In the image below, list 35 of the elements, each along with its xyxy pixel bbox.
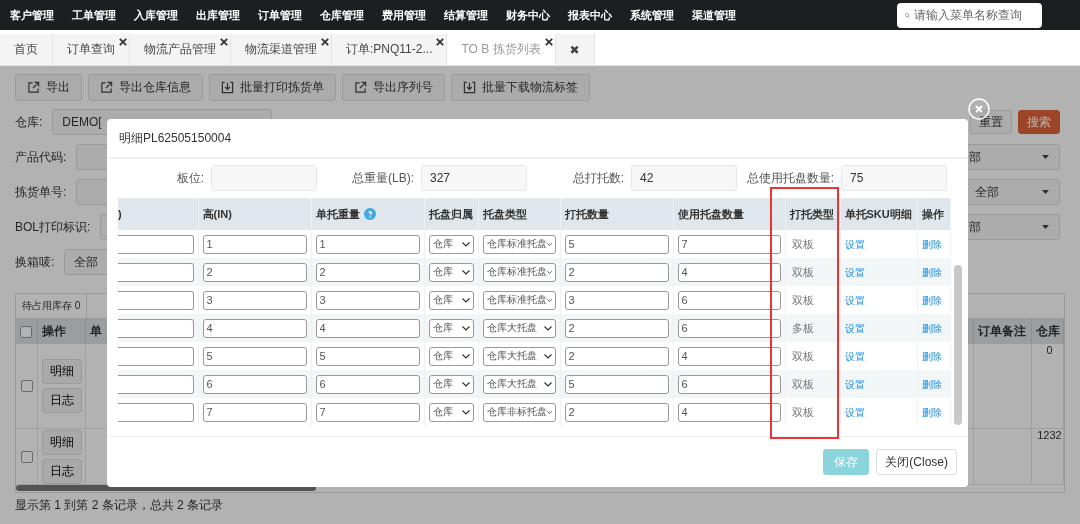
column-header: 托盘类型 [482,207,527,220]
filter-label: 拣货单号: [15,183,67,201]
column-header: 单托SKU明细 [844,207,912,220]
column-header: 订单备注 [974,319,1032,344]
column-header: 操作 [921,207,944,220]
table-cell-text: 双板 [790,349,814,362]
column-header: 打托数量 [564,207,609,220]
summary-label: 总重量(LB): [351,169,414,187]
table-cell-text: 双板 [790,405,814,418]
table-cell-text: 双板 [790,237,814,250]
filter-label: 换箱唛: [15,253,55,271]
table-cell: 0 [1046,344,1053,356]
table-cell-text: 双板 [790,377,814,390]
column-header: 打托类型 [789,207,834,220]
summary-field: 42 [631,165,737,191]
filter-label: 产品代码: [15,148,67,166]
column-header: 仓库 [1032,319,1064,344]
pagination-info: 显示第 1 到第 2 条记录，总共 2 条记录 [15,497,225,514]
summary-label: 总使用托盘数量: [745,169,834,187]
summary-label: 总打托数: [571,169,624,187]
column-header: 高(IN) [202,207,232,220]
column-header: ) [118,208,122,220]
column-header: 使用托盘数量 [677,207,744,220]
table-cell-text: 双板 [790,265,814,278]
table-cell: 1232 [1037,429,1062,441]
summary-field: 327 [421,165,527,191]
summary-label: 板位: [175,169,204,187]
table-cell-text: 双板 [790,293,814,306]
filter-label: BOL打印标识: [15,218,91,236]
column-header: 托盘归属 [428,207,473,220]
summary-field: 75 [841,165,947,191]
column-header: 操作 [38,319,86,344]
column-header: 单托重量 [315,207,360,220]
filter-label: 仓库: [15,113,43,131]
table-cell-text: 多板 [790,321,814,334]
